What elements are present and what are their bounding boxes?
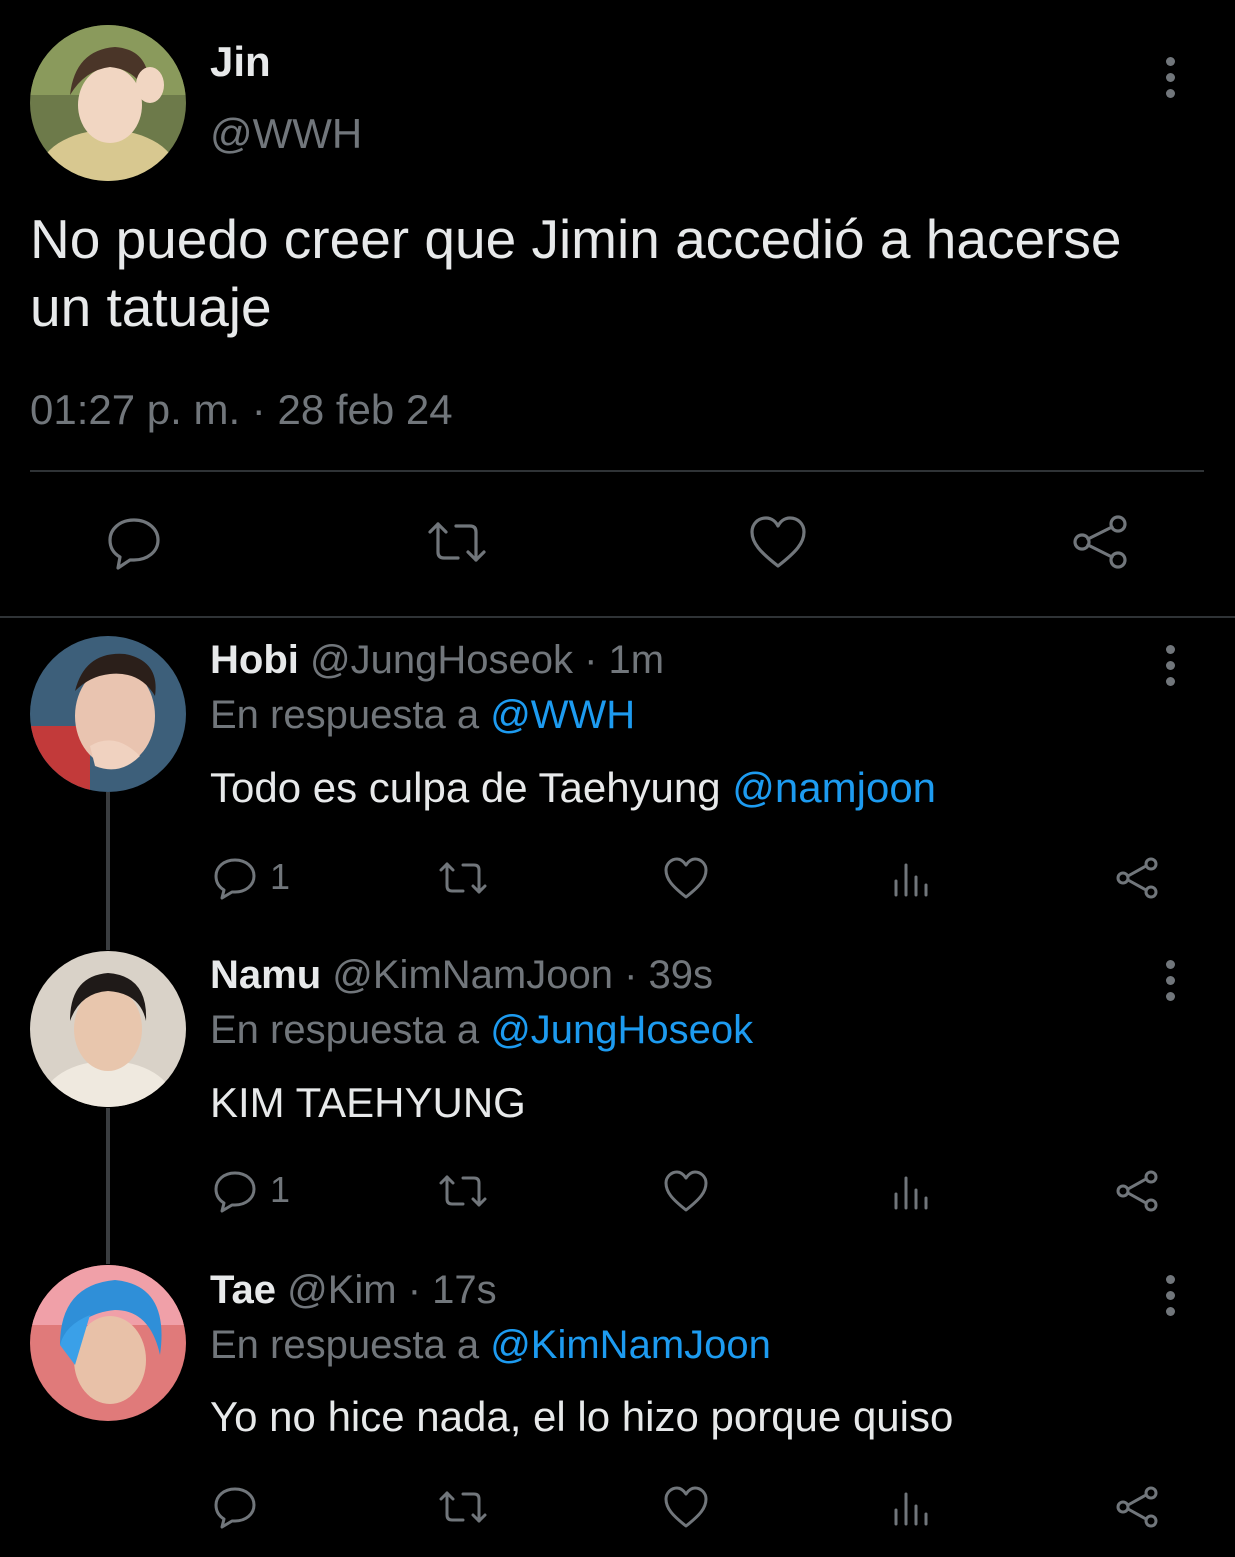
section-divider — [0, 616, 1235, 618]
more-icon[interactable] — [1166, 57, 1175, 105]
more-icon[interactable] — [1166, 1275, 1175, 1323]
reply-time: · 1m — [584, 638, 665, 682]
like-icon[interactable] — [663, 1168, 709, 1214]
reply-prefix: En respuesta a — [210, 1008, 480, 1052]
reply-icon[interactable] — [212, 1168, 258, 1214]
reply-body: Yo no hice nada, el lo hizo porque quiso — [210, 1393, 954, 1440]
views-icon[interactable] — [890, 855, 936, 901]
reply-context: En respuesta a @WWH — [210, 693, 635, 738]
reply-context: En respuesta a @JungHoseok — [210, 1008, 753, 1053]
reply-header: Namu @KimNamJoon · 39s — [210, 953, 713, 998]
reply-author-name[interactable]: Tae — [210, 1268, 276, 1312]
more-icon[interactable] — [1166, 645, 1175, 693]
reply-icon[interactable] — [212, 1484, 258, 1530]
divider — [30, 470, 1204, 472]
reply-icon[interactable] — [212, 855, 258, 901]
like-icon[interactable] — [663, 855, 709, 901]
reply-author-handle[interactable]: @Kim — [287, 1268, 397, 1312]
retweet-icon[interactable] — [437, 855, 489, 901]
reply-to-link[interactable]: @WWH — [490, 693, 635, 737]
avatar-hobi[interactable] — [30, 636, 186, 792]
tweet-text-line-1: No puedo creer que Jimin accedió a hacer… — [30, 208, 1122, 270]
like-icon[interactable] — [663, 1484, 709, 1530]
share-icon[interactable] — [1114, 1484, 1160, 1530]
views-icon[interactable] — [890, 1484, 936, 1530]
tweet-text: No puedo creer que Jimin accedió a hacer… — [30, 205, 1121, 341]
reply-to-link[interactable]: @KimNamJoon — [490, 1323, 771, 1367]
reply-time: · 39s — [624, 953, 714, 997]
retweet-icon[interactable] — [437, 1168, 489, 1214]
reply-author-name[interactable]: Namu — [210, 953, 321, 997]
reply-text: Yo no hice nada, el lo hizo porque quiso — [210, 1393, 953, 1441]
reply-author-name[interactable]: Hobi — [210, 638, 299, 682]
reply-author-handle[interactable]: @KimNamJoon — [332, 953, 613, 997]
tweet-time: 01:27 p. m. — [30, 386, 241, 433]
more-icon[interactable] — [1166, 960, 1175, 1008]
tweet-timestamp[interactable]: 01:27 p. m. · 28 feb 24 — [30, 386, 453, 434]
reply-body: Todo es culpa de Taehyung — [210, 764, 733, 811]
reply-to-link[interactable]: @JungHoseok — [490, 1008, 753, 1052]
avatar-tae[interactable] — [30, 1265, 186, 1421]
reply-text: KIM TAEHYUNG — [210, 1079, 526, 1127]
reply-author-handle[interactable]: @JungHoseok — [310, 638, 573, 682]
reply-count: 1 — [270, 856, 291, 897]
reply-icon[interactable] — [104, 512, 164, 572]
mention-link[interactable]: @namjoon — [732, 764, 936, 811]
share-icon[interactable] — [1114, 1168, 1160, 1214]
thread-line — [106, 792, 110, 950]
like-icon[interactable] — [748, 512, 808, 572]
avatar-jin[interactable] — [30, 25, 186, 181]
reply-text: Todo es culpa de Taehyung @namjoon — [210, 764, 936, 812]
views-icon[interactable] — [890, 1168, 936, 1214]
share-icon[interactable] — [1114, 855, 1160, 901]
reply-context: En respuesta a @KimNamJoon — [210, 1323, 771, 1368]
reply-prefix: En respuesta a — [210, 693, 480, 737]
retweet-icon[interactable] — [424, 512, 490, 572]
reply-header: Hobi @JungHoseok · 1m — [210, 638, 664, 683]
thread-line — [106, 1108, 110, 1264]
author-name[interactable]: Jin — [210, 38, 271, 86]
retweet-icon[interactable] — [437, 1484, 489, 1530]
author-handle[interactable]: @WWH — [210, 110, 362, 158]
tweet-date: 28 feb 24 — [277, 386, 453, 433]
reply-header: Tae @Kim · 17s — [210, 1268, 497, 1313]
reply-prefix: En respuesta a — [210, 1323, 480, 1367]
reply-body: KIM TAEHYUNG — [210, 1079, 526, 1126]
tweet-text-line-2: un tatuaje — [30, 276, 272, 338]
reply-count: 1 — [270, 1169, 291, 1210]
share-icon[interactable] — [1070, 512, 1130, 572]
avatar-namu[interactable] — [30, 951, 186, 1107]
separator: · — [251, 386, 266, 433]
reply-time: · 17s — [407, 1268, 497, 1312]
